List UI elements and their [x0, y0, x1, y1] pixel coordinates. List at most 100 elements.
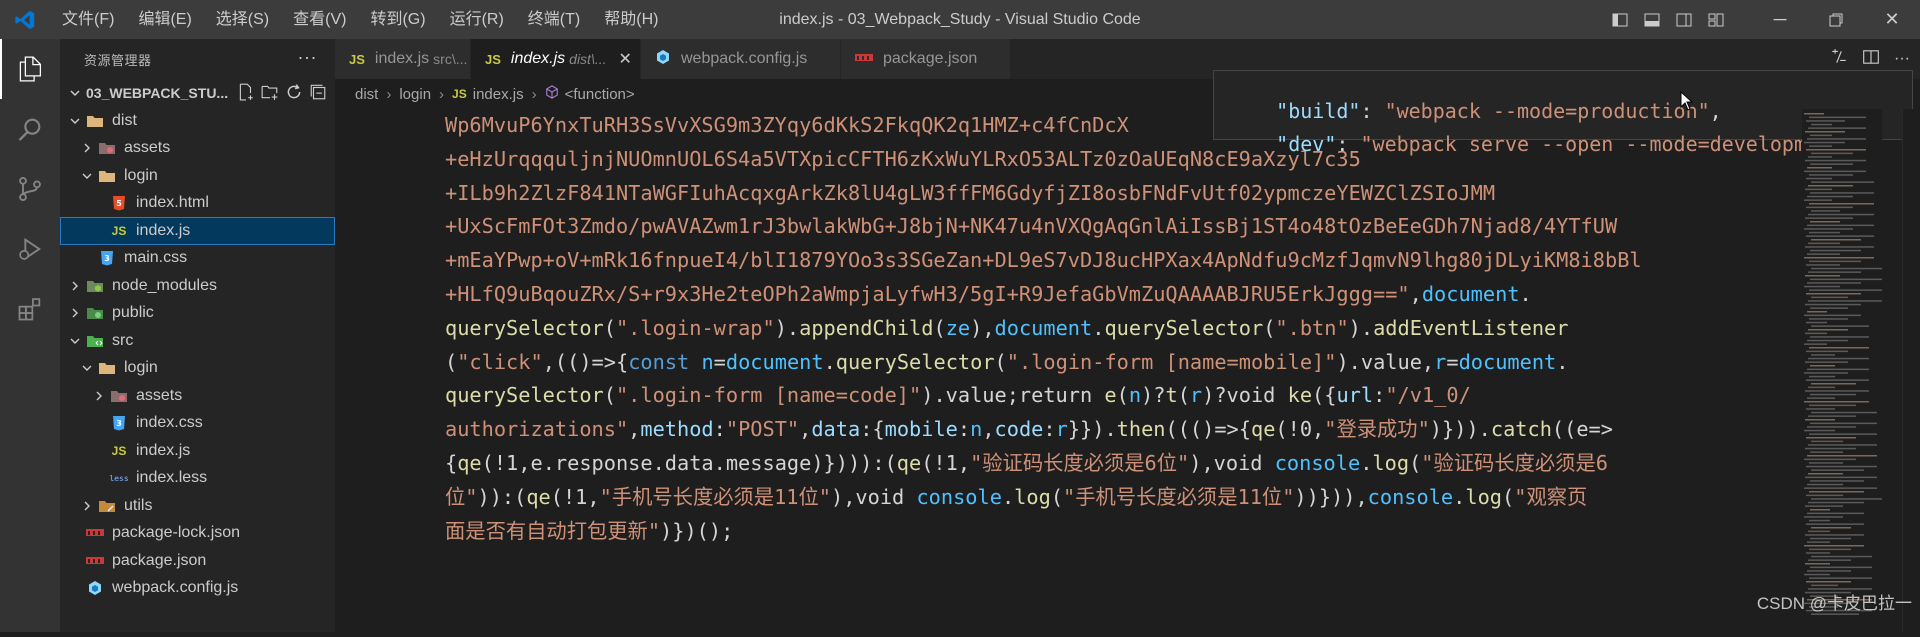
tab-index-js-dist[interactable]: JS index.js dist\... ✕ — [471, 39, 641, 79]
code-token: ( — [994, 349, 1007, 374]
menu-item[interactable]: 文件(F) — [50, 0, 126, 39]
minimap-line — [1804, 429, 1835, 432]
code-editor[interactable]: Wp6MvuP6YnxTuRH3SsVvXSG9m3ZYqy6dKkS2FkqQ… — [335, 109, 1802, 632]
tree-item[interactable]: JS index.js — [60, 437, 335, 465]
minimap-line — [1809, 145, 1832, 147]
minimap-line — [1806, 408, 1835, 410]
tree-item[interactable]: JS index.js — [60, 217, 335, 245]
tab-webpack-config[interactable]: webpack.config.js — [641, 39, 841, 79]
minimap-line — [1806, 321, 1827, 324]
minimap-line — [1807, 570, 1851, 572]
minimap-line — [1808, 185, 1853, 187]
new-folder-icon[interactable] — [261, 83, 279, 104]
code-token: ))})), — [1294, 484, 1368, 509]
code-token: ). — [774, 315, 800, 340]
extensions-icon[interactable] — [0, 279, 60, 339]
code-token: catch — [1490, 417, 1552, 442]
collapse-all-icon[interactable] — [309, 83, 327, 104]
menu-item[interactable]: 查看(V) — [281, 0, 358, 39]
explorer-icon[interactable] — [0, 39, 60, 99]
code-line: +mEaYPwp+oV+mRk16fnpueI4/blI1879YOo3s3SG… — [445, 244, 1642, 278]
source-control-icon[interactable] — [0, 159, 60, 219]
tree-item[interactable]: 3 main.css — [60, 245, 335, 273]
code-line: ("click",(()=>{const n=document.querySel… — [445, 346, 1642, 380]
minimap[interactable] — [1802, 109, 1885, 632]
minimap-line — [1805, 390, 1869, 392]
code-token: ( — [603, 315, 616, 340]
tree-item[interactable]: login — [60, 162, 335, 190]
code-token: . — [823, 349, 836, 374]
minimap-line — [1804, 170, 1866, 173]
tree-item[interactable]: dist — [60, 107, 335, 135]
tree-item[interactable]: 5 index.html — [60, 190, 335, 218]
more-actions-icon[interactable]: ··· — [298, 47, 317, 68]
vertical-scrollbar[interactable] — [1902, 109, 1917, 632]
tree-item[interactable]: assets — [60, 382, 335, 410]
tree-item[interactable]: src — [60, 327, 335, 355]
tree-item[interactable]: utils — [60, 492, 335, 520]
minimap-line — [1808, 213, 1874, 216]
menu-item[interactable]: 选择(S) — [204, 0, 281, 39]
toggle-secondary-sidebar-icon[interactable] — [1668, 0, 1700, 39]
tree-item[interactable]: package.json — [60, 547, 335, 575]
code-token: ( — [933, 315, 946, 340]
minimap-line — [1810, 509, 1830, 511]
tree-item[interactable]: webpack.config.js — [60, 575, 335, 603]
close-window-button[interactable]: ✕ — [1864, 0, 1920, 39]
menu-bar: 文件(F) 编辑(E) 选择(S) 查看(V) 转到(G) 运行(R) 终端(T) 帮助(H) — [50, 0, 670, 39]
explorer-header: 资源管理器 ··· — [60, 39, 335, 79]
chevron-down-icon — [80, 361, 94, 375]
html-file-icon: 5 — [110, 194, 128, 212]
menu-item[interactable]: 编辑(E) — [126, 0, 203, 39]
toggle-primary-sidebar-icon[interactable] — [1604, 0, 1636, 39]
code-line: 位")):(qe(!1,"手机号长度必须是11位"),void console.… — [445, 481, 1642, 515]
code-token: authorizations" — [445, 417, 629, 442]
breadcrumb-item[interactable]: <function> — [565, 86, 635, 103]
split-editor-icon[interactable] — [1862, 48, 1880, 71]
minimap-line — [1811, 498, 1885, 500]
minimap-line — [1806, 293, 1861, 295]
minimap-line — [1804, 113, 1824, 115]
editor-more-icon[interactable]: ··· — [1894, 50, 1910, 68]
breadcrumb-item[interactable]: dist — [355, 86, 378, 103]
tab-package-json[interactable]: package.json — [841, 39, 1011, 79]
toggle-panel-icon[interactable] — [1636, 0, 1668, 39]
breadcrumb-item[interactable]: index.js — [473, 86, 524, 103]
code-token: document — [725, 349, 824, 374]
search-icon[interactable] — [0, 99, 60, 159]
project-root[interactable]: 03_WEBPACK_STU... — [60, 79, 335, 107]
restore-button[interactable] — [1808, 0, 1864, 39]
tab-index-js-src[interactable]: JS index.js src\... — [335, 39, 471, 79]
tree-item[interactable]: node_modules — [60, 272, 335, 300]
customize-layout-icon[interactable] — [1700, 0, 1732, 39]
tree-item[interactable]: {less} index.less — [60, 465, 335, 493]
code-token: ( — [1409, 450, 1422, 475]
minimap-line — [1811, 267, 1882, 270]
run-debug-icon[interactable] — [0, 219, 60, 279]
close-tab-icon[interactable]: ✕ — [619, 49, 632, 69]
tree-item-label: index.css — [136, 414, 203, 432]
minimap-line — [1809, 289, 1882, 291]
minimap-line — [1808, 242, 1840, 245]
tree-item[interactable]: assets — [60, 135, 335, 163]
minimap-line — [1807, 426, 1856, 428]
code-line: +UxScFmFOt3Zmdo/pwAVAZwm1rJ3bwlakWbG+J8b… — [445, 210, 1642, 244]
tree-item[interactable]: 3 index.css — [60, 410, 335, 438]
refresh-icon[interactable] — [285, 83, 303, 104]
menu-item[interactable]: 终端(T) — [516, 0, 592, 39]
new-file-icon[interactable] — [237, 83, 255, 104]
menu-item[interactable]: 转到(G) — [358, 0, 437, 39]
menu-item[interactable]: 帮助(H) — [592, 0, 670, 39]
minimap-line — [1810, 307, 1848, 309]
minimap-line — [1810, 336, 1869, 338]
menu-item[interactable]: 运行(R) — [438, 0, 516, 39]
tree-item[interactable]: package-lock.json — [60, 520, 335, 548]
minimize-button[interactable]: ─ — [1752, 0, 1808, 39]
minimap-line — [1810, 393, 1856, 396]
tree-item[interactable]: login — [60, 355, 335, 383]
breadcrumb-item[interactable]: login — [399, 86, 431, 103]
code-token: ( — [445, 349, 458, 374]
compare-changes-icon[interactable] — [1830, 48, 1848, 71]
tree-item[interactable]: public — [60, 300, 335, 328]
code-token: 位" — [445, 484, 478, 509]
